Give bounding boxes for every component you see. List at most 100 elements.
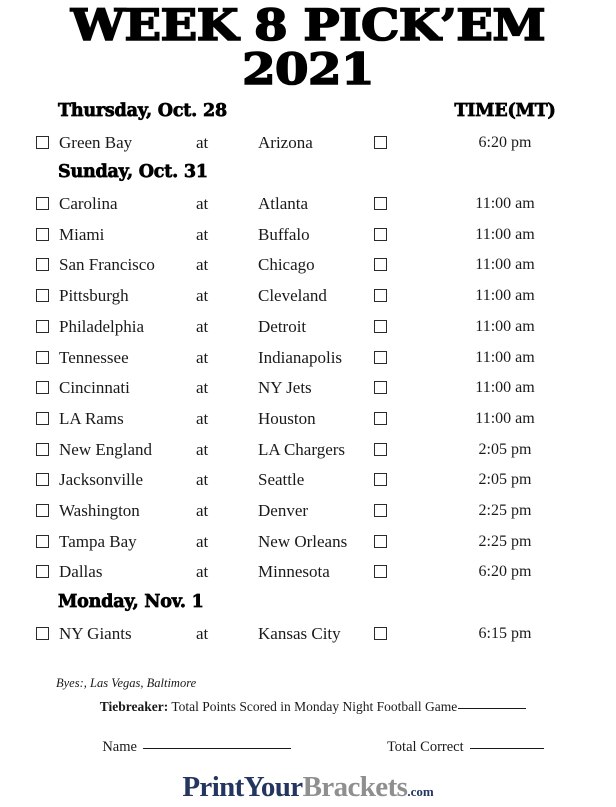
game-row: LA Rams at Houston 11:00 am: [0, 407, 616, 438]
home-team-checkbox[interactable]: [374, 227, 387, 241]
away-team-checkbox[interactable]: [36, 319, 49, 333]
away-team-label: San Francisco: [59, 255, 155, 275]
home-team-checkbox[interactable]: [374, 534, 387, 548]
away-team-label: Washington: [59, 500, 140, 520]
home-team-checkbox[interactable]: [374, 135, 387, 149]
home-team-checkbox[interactable]: [374, 442, 387, 456]
away-team-checkbox[interactable]: [36, 442, 49, 456]
away-team-checkbox[interactable]: [36, 197, 49, 211]
total-correct-input-rule[interactable]: [469, 748, 544, 749]
printyourbrackets-logo[interactable]: PrintYourBrackets.com: [0, 772, 616, 807]
name-and-score-line: Name Total Correct: [0, 739, 616, 756]
home-team-checkbox[interactable]: [374, 565, 387, 579]
game-time-label: 11:00 am: [475, 409, 535, 427]
game-time-label: 2:25 pm: [478, 501, 532, 519]
game-time-label: 6:20 pm: [478, 133, 532, 151]
page-title-line-1: WEEK 8 PICK’EM: [70, 1, 547, 51]
game-time-label: 6:15 pm: [478, 624, 532, 642]
day-header-row: Thursday, Oct. 28 TIME(MT): [0, 100, 616, 131]
home-team-checkbox[interactable]: [374, 411, 387, 425]
at-separator: at: [196, 347, 209, 367]
home-team-label: Kansas City: [258, 623, 341, 643]
home-team-label: Detroit: [258, 316, 307, 336]
home-team-label: NY Jets: [258, 378, 312, 398]
game-time-label: 2:25 pm: [478, 532, 532, 550]
day-header-row: Monday, Nov. 1: [0, 591, 616, 622]
total-correct-label: Total Correct: [386, 739, 464, 755]
away-team-checkbox[interactable]: [36, 350, 49, 364]
game-time-label: 11:00 am: [475, 195, 535, 213]
day-header-label: Sunday, Oct. 31: [58, 162, 209, 183]
home-team-checkbox[interactable]: [374, 473, 387, 487]
home-team-label: Atlanta: [258, 194, 309, 214]
game-time-label: 2:05 pm: [478, 471, 532, 489]
home-team-checkbox[interactable]: [374, 289, 387, 303]
game-time-label: 11:00 am: [475, 348, 535, 366]
game-time-label: 2:05 pm: [478, 440, 532, 458]
tiebreaker-input-rule[interactable]: [458, 708, 527, 709]
day-header-label: Thursday, Oct. 28: [58, 101, 228, 122]
away-team-checkbox[interactable]: [36, 381, 49, 395]
home-team-label: Seattle: [258, 470, 305, 490]
away-team-label: Pittsburgh: [59, 286, 129, 306]
home-team-checkbox[interactable]: [374, 319, 387, 333]
home-team-label: Houston: [258, 408, 316, 428]
home-team-label: New Orleans: [258, 531, 348, 551]
away-team-label: Philadelphia: [59, 316, 144, 336]
home-team-checkbox[interactable]: [374, 258, 387, 272]
away-team-checkbox[interactable]: [36, 565, 49, 579]
name-input-rule[interactable]: [142, 748, 291, 749]
home-team-label: Arizona: [258, 132, 313, 152]
home-team-label: LA Chargers: [258, 439, 346, 459]
home-team-label: Cleveland: [258, 286, 327, 306]
at-separator: at: [196, 470, 209, 490]
game-row: Tampa Bay at New Orleans 2:25 pm: [0, 530, 616, 561]
away-team-label: LA Rams: [59, 408, 124, 428]
name-field-group: Name: [102, 739, 291, 756]
game-time-label: 11:00 am: [475, 287, 535, 305]
away-team-checkbox[interactable]: [36, 289, 49, 303]
time-column-header: TIME(MT): [454, 101, 556, 122]
at-separator: at: [196, 439, 209, 459]
away-team-checkbox[interactable]: [36, 135, 49, 149]
game-time-label: 11:00 am: [475, 225, 535, 243]
away-team-checkbox[interactable]: [36, 227, 49, 241]
away-team-label: Tampa Bay: [59, 531, 137, 551]
page-title-line-2: 2021: [241, 45, 375, 95]
at-separator: at: [196, 132, 209, 152]
away-team-checkbox[interactable]: [36, 258, 49, 272]
logo-part-printyour: PrintYour: [182, 771, 303, 803]
page-title: WEEK 8 PICK’EM 2021: [0, 0, 616, 95]
home-team-checkbox[interactable]: [374, 626, 387, 640]
home-team-label: Buffalo: [258, 224, 310, 244]
at-separator: at: [196, 378, 209, 398]
home-team-checkbox[interactable]: [374, 503, 387, 517]
home-team-checkbox[interactable]: [374, 197, 387, 211]
away-team-label: Dallas: [59, 562, 103, 582]
game-row: Tennessee at Indianapolis 11:00 am: [0, 346, 616, 377]
away-team-checkbox[interactable]: [36, 473, 49, 487]
away-team-checkbox[interactable]: [36, 534, 49, 548]
game-row: Carolina at Atlanta 11:00 am: [0, 192, 616, 223]
name-label: Name: [102, 739, 137, 755]
logo-part-brackets: Brackets: [302, 771, 408, 803]
game-row: Jacksonville at Seattle 2:05 pm: [0, 468, 616, 499]
away-team-checkbox[interactable]: [36, 503, 49, 517]
at-separator: at: [196, 623, 209, 643]
game-time-label: 6:20 pm: [478, 563, 532, 581]
home-team-checkbox[interactable]: [374, 350, 387, 364]
at-separator: at: [196, 500, 209, 520]
away-team-checkbox[interactable]: [36, 411, 49, 425]
day-header-label: Monday, Nov. 1: [58, 592, 205, 613]
tiebreaker-text: Total Points Scored in Monday Night Foot…: [171, 699, 458, 714]
tiebreaker-label: Tiebreaker:: [99, 699, 169, 714]
at-separator: at: [196, 194, 209, 214]
home-team-label: Denver: [258, 500, 309, 520]
away-team-label: Cincinnati: [59, 378, 130, 398]
away-team-label: Tennessee: [59, 347, 129, 367]
away-team-checkbox[interactable]: [36, 626, 49, 640]
game-row: New England at LA Chargers 2:05 pm: [0, 438, 616, 469]
home-team-checkbox[interactable]: [374, 381, 387, 395]
away-team-label: New England: [59, 439, 153, 459]
away-team-label: Carolina: [59, 194, 118, 214]
